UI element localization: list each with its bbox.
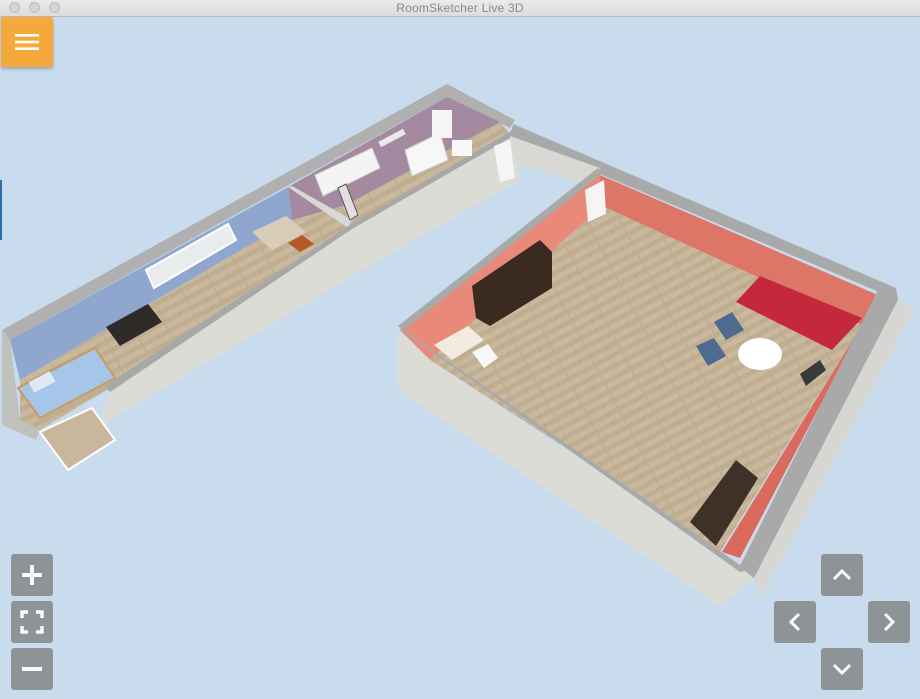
- pan-right-button[interactable]: [868, 601, 910, 643]
- pan-left-button[interactable]: [774, 601, 816, 643]
- window-title-bar: RoomSketcher Live 3D: [0, 0, 920, 17]
- fit-view-button[interactable]: [11, 601, 53, 643]
- minus-icon: [22, 667, 42, 671]
- fullscreen-icon: [20, 610, 44, 634]
- pan-down-button[interactable]: [821, 648, 863, 690]
- window-title: RoomSketcher Live 3D: [396, 1, 524, 15]
- zoom-in-button[interactable]: [11, 554, 53, 596]
- shelf-bathroom: [432, 110, 452, 138]
- main-menu-button[interactable]: [1, 17, 53, 67]
- floor-plan-3d-view[interactable]: [0, 17, 920, 699]
- pan-up-button[interactable]: [821, 554, 863, 596]
- chevron-left-icon: [788, 612, 801, 632]
- coffee-table: [738, 338, 782, 370]
- plus-icon: [22, 565, 42, 585]
- zoom-out-button[interactable]: [11, 648, 53, 690]
- chevron-up-icon: [832, 568, 852, 581]
- window-edge-accent: [0, 180, 2, 240]
- hamburger-menu-icon: [15, 34, 39, 50]
- chevron-right-icon: [883, 612, 896, 632]
- toilet: [452, 140, 472, 156]
- chevron-down-icon: [832, 663, 852, 676]
